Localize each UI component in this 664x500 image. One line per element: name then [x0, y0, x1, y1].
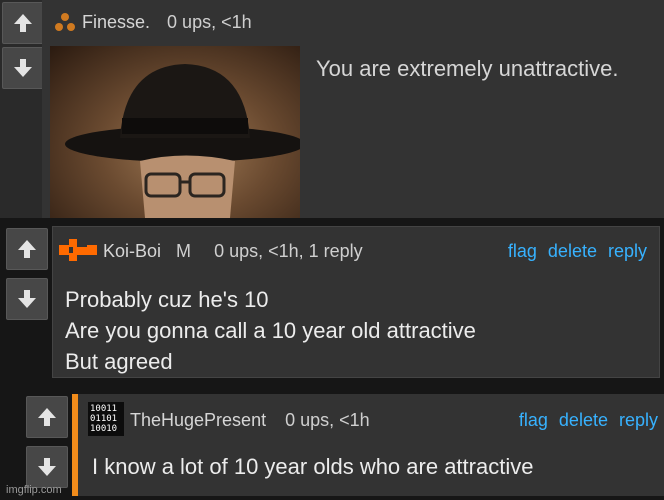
delete-link[interactable]: delete: [548, 241, 597, 261]
downvote-button[interactable]: [6, 278, 48, 320]
username-link[interactable]: TheHugePresent: [130, 410, 266, 430]
flag-link[interactable]: flag: [519, 410, 548, 430]
comment-koi-boi: Koi-Boi M 0 ups, <1h, 1 reply flag delet…: [0, 222, 664, 380]
comment-thehugepresent: 10011 01101 10010 TheHugePresent 0 ups, …: [22, 390, 664, 500]
avatar-line: 01101: [90, 414, 118, 424]
avatar-line: 10010: [90, 424, 118, 434]
imgflip-watermark: imgflip.com: [6, 484, 62, 496]
comment-stats: 0 ups, <1h, 1 reply: [214, 241, 363, 261]
comment-image[interactable]: [50, 46, 300, 218]
flag-link[interactable]: flag: [508, 241, 537, 261]
comment-actions: flag delete reply: [502, 241, 647, 262]
delete-link[interactable]: delete: [559, 410, 608, 430]
arrow-up-icon: [18, 240, 36, 258]
comment-stats: 0 ups, <1h: [285, 410, 370, 430]
comment-body: 10011 01101 10010 TheHugePresent 0 ups, …: [72, 394, 664, 496]
user-badge-icon: [59, 239, 97, 261]
username-link[interactable]: Finesse.: [82, 12, 150, 32]
comment-text: I know a lot of 10 year olds who are att…: [92, 454, 534, 479]
comment-text-line-1: Probably cuz he's 10: [65, 287, 269, 312]
comment-body: Finesse. 0 ups, <1h You are extremely un…: [42, 0, 664, 218]
arrow-up-icon: [14, 14, 32, 32]
user-avatar: 10011 01101 10010: [88, 402, 124, 436]
comment-text-line-3: But agreed: [65, 349, 173, 374]
avatar-line: 10011: [90, 404, 118, 414]
comment-meta: Finesse. 0 ups, <1h: [82, 12, 252, 33]
comment-stats: 0 ups, <1h: [167, 12, 252, 32]
comment-meta: TheHugePresent 0 ups, <1h: [130, 410, 370, 431]
username-link[interactable]: Koi-Boi: [103, 241, 161, 261]
comment-finesse: Finesse. 0 ups, <1h You are extremely un…: [0, 0, 664, 218]
upvote-button[interactable]: [26, 396, 68, 438]
comment-body: Koi-Boi M 0 ups, <1h, 1 reply flag delet…: [52, 226, 660, 378]
arrow-down-icon: [18, 290, 36, 308]
arrow-down-icon: [38, 458, 56, 476]
comment-meta: Koi-Boi M 0 ups, <1h, 1 reply: [103, 241, 363, 262]
arrow-down-icon: [14, 59, 32, 77]
man-in-hat-image: [65, 64, 300, 218]
upvote-button[interactable]: [6, 228, 48, 270]
downvote-button[interactable]: [26, 446, 68, 488]
arrow-up-icon: [38, 408, 56, 426]
upvote-button[interactable]: [2, 2, 44, 44]
downvote-button[interactable]: [2, 47, 44, 89]
gender-badge: M: [176, 241, 192, 261]
reply-link[interactable]: reply: [608, 241, 647, 261]
comment-text-line-2: Are you gonna call a 10 year old attract…: [65, 318, 476, 343]
user-badge-icon: [55, 13, 75, 31]
reply-link[interactable]: reply: [619, 410, 658, 430]
comment-actions: flag delete reply: [513, 410, 658, 431]
comment-text: You are extremely unattractive.: [316, 56, 619, 81]
